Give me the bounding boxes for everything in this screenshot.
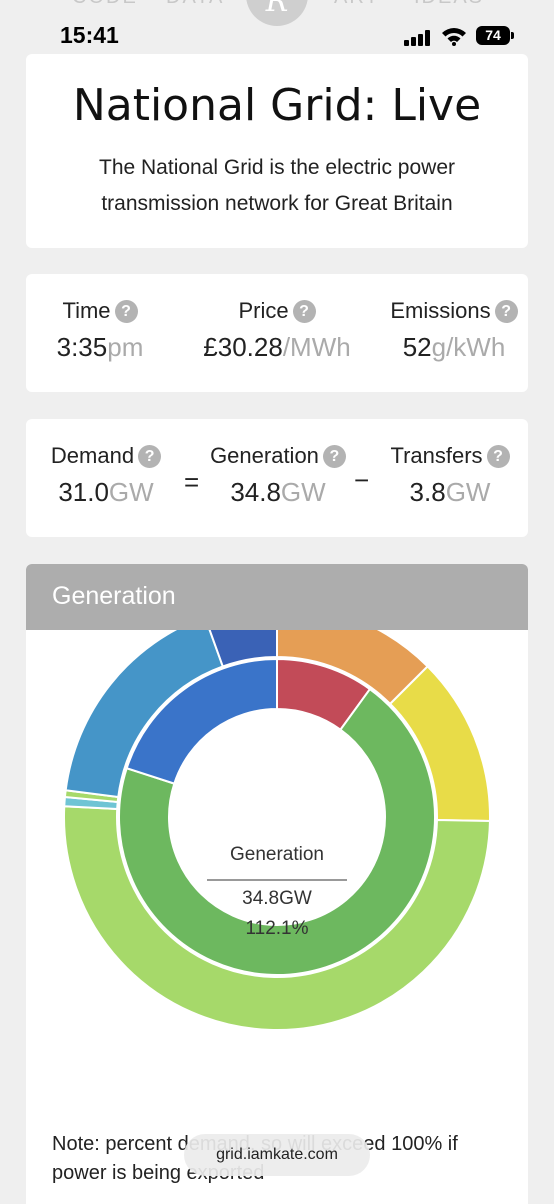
equals-sign: = <box>184 467 200 497</box>
help-icon[interactable]: ? <box>486 445 510 468</box>
stat-demand-label: Demand <box>50 443 135 468</box>
stat-demand-value: 31.0 <box>58 477 109 507</box>
minus-sign: − <box>354 465 370 495</box>
nav-art-link[interactable]: ART <box>334 0 380 9</box>
stat-transfers: Transfers? 3.8GW <box>378 443 522 508</box>
stat-time-value: 3:35 <box>56 332 108 362</box>
stats-card-price: Time? 3:35pm Price? £30.28/MWh Emissions… <box>26 274 528 392</box>
stat-time-unit: pm <box>107 332 144 362</box>
page-title: National Grid: Live <box>72 80 482 131</box>
stat-generation-label: Generation <box>210 443 319 468</box>
stat-generation-unit: GW <box>280 477 326 507</box>
stat-demand: Demand? 31.0GW <box>34 443 178 508</box>
stat-price-label: Price <box>238 298 289 323</box>
nav-ideas-link[interactable]: IDEAS <box>414 0 484 9</box>
stat-emissions-label: Emissions <box>390 298 491 323</box>
donut-center-divider <box>207 879 347 881</box>
generation-panel-header[interactable]: Generation <box>26 564 528 630</box>
nav-code-link[interactable]: CODE <box>72 0 138 9</box>
stat-emissions: Emissions? 52g/kWh <box>380 298 528 363</box>
stat-emissions-value: 52 <box>402 332 432 362</box>
donut-center-title: Generation <box>229 844 324 865</box>
help-icon[interactable]: ? <box>114 300 138 323</box>
donut-center-total: 34.8GW <box>242 888 312 909</box>
battery-icon: 74 <box>476 26 510 45</box>
generation-panel-title: Generation <box>52 582 176 610</box>
nav-data-link[interactable]: DATA <box>166 0 224 9</box>
wifi-icon <box>442 28 466 46</box>
help-icon[interactable]: ? <box>322 445 346 468</box>
stat-transfers-unit: GW <box>445 477 491 507</box>
header-card: National Grid: Live The National Grid is… <box>26 54 528 248</box>
status-bar: 15:41 74 <box>0 22 554 54</box>
stat-time: Time? 3:35pm <box>40 298 160 363</box>
stat-price-value: £30.28 <box>203 332 283 362</box>
stat-transfers-value: 3.8 <box>409 477 446 507</box>
help-icon[interactable]: ? <box>292 300 316 323</box>
status-time: 15:41 <box>60 22 119 48</box>
stat-transfers-label: Transfers <box>390 443 483 468</box>
generation-panel: Generation Generation 34.8GW 112.1% Note… <box>26 564 528 1204</box>
stats-card-power: Demand? 31.0GW = Generation? 34.8GW − Tr… <box>26 419 528 537</box>
stat-emissions-unit: g/kWh <box>431 332 506 362</box>
battery-tip <box>511 32 514 39</box>
cellular-signal-icon <box>404 30 434 46</box>
help-icon[interactable]: ? <box>138 445 162 468</box>
stat-generation-value: 34.8 <box>230 477 281 507</box>
donut-center-percent: 112.1% <box>245 918 309 939</box>
stat-price: Price? £30.28/MWh <box>184 298 370 363</box>
stat-generation: Generation? 34.8GW <box>198 443 358 508</box>
address-bar[interactable]: grid.iamkate.com <box>184 1134 370 1176</box>
help-icon[interactable]: ? <box>494 300 518 323</box>
page-subtitle: The National Grid is the electric power … <box>99 156 455 215</box>
stat-price-unit: /MWh <box>282 332 351 362</box>
stat-demand-unit: GW <box>108 477 154 507</box>
stat-time-label: Time <box>62 298 111 323</box>
